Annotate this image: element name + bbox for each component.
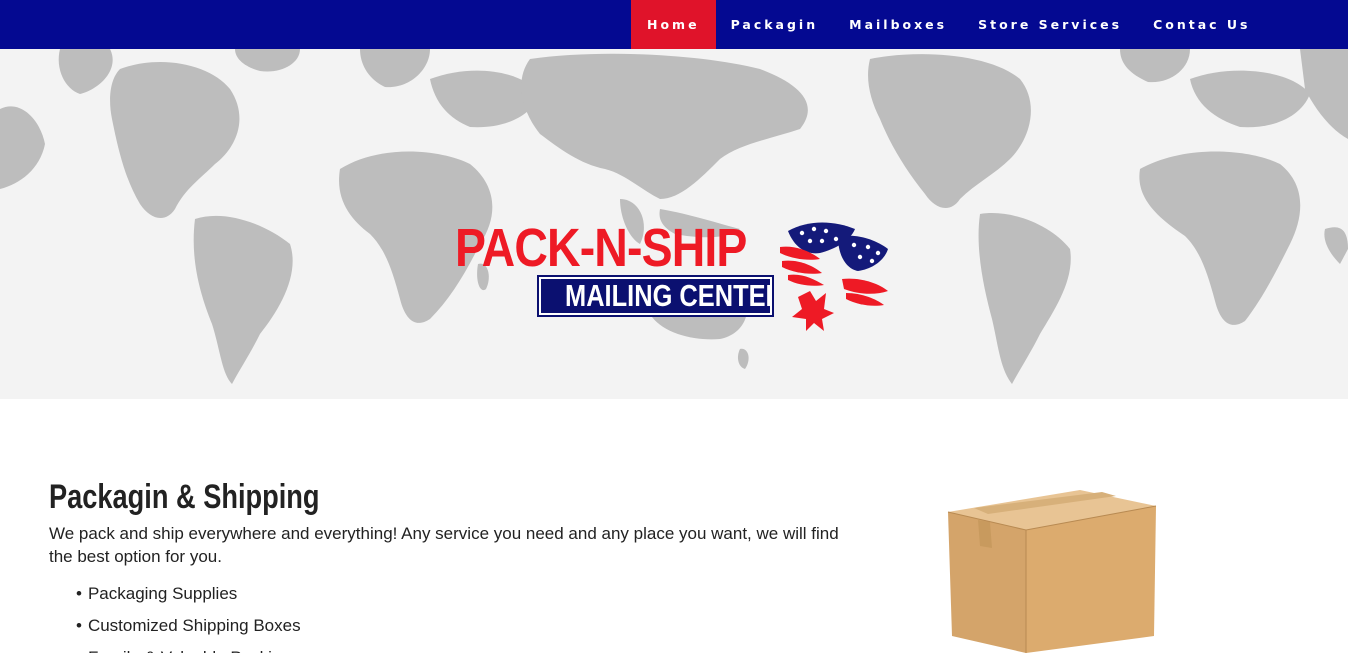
eagle-flag-icon bbox=[780, 222, 888, 331]
hero-banner: PACK-N-SHIP MAILING CENTER bbox=[0, 49, 1348, 399]
nav-home[interactable]: Home bbox=[631, 0, 716, 49]
main-nav: Home Packagin Mailboxes Store Services C… bbox=[631, 0, 1251, 49]
section-description: We pack and ship everywhere and everythi… bbox=[49, 524, 839, 566]
list-item: Customized Shipping Boxes bbox=[76, 610, 301, 642]
pack-n-ship-logo[interactable]: PACK-N-SHIP MAILING CENTER bbox=[455, 219, 895, 334]
section-title: Packagin & Shipping bbox=[49, 478, 320, 516]
logo-title: PACK-N-SHIP bbox=[455, 218, 747, 278]
nav-contact-us[interactable]: Contac Us bbox=[1153, 0, 1250, 49]
list-item: Fragile & Valuable Packing bbox=[76, 642, 301, 653]
logo-subtitle: MAILING CENTER bbox=[537, 275, 774, 317]
cardboard-box-image bbox=[947, 490, 1157, 653]
nav-store-services[interactable]: Store Services bbox=[978, 0, 1122, 49]
features-list: Packaging Supplies Customized Shipping B… bbox=[76, 578, 301, 653]
top-navigation-bar: Home Packagin Mailboxes Store Services C… bbox=[0, 0, 1348, 49]
list-item: Packaging Supplies bbox=[76, 578, 301, 610]
nav-mailboxes[interactable]: Mailboxes bbox=[849, 0, 947, 49]
nav-packagin[interactable]: Packagin bbox=[731, 0, 819, 49]
